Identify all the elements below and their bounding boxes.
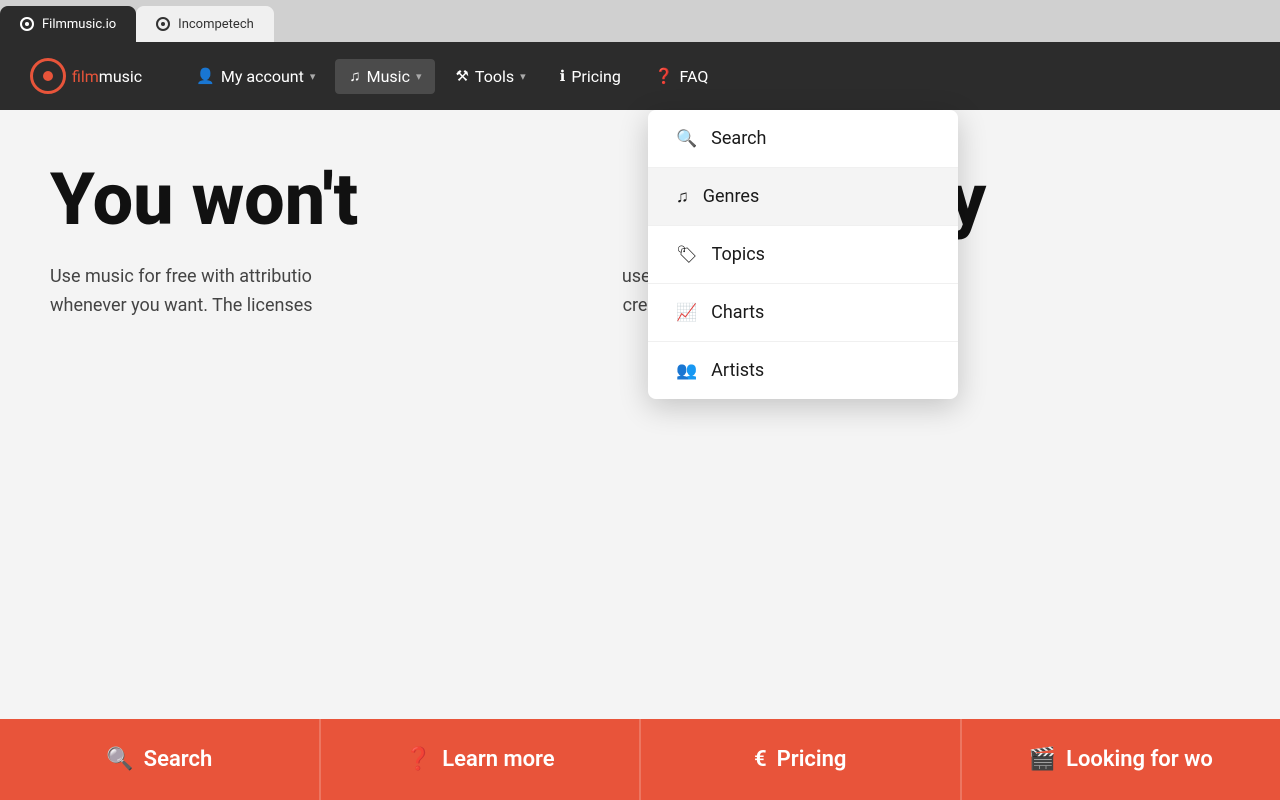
dropdown-label-artists: Artists (711, 360, 764, 381)
cta-looking-for-work-button[interactable]: 🎬 Looking for wo (962, 719, 1280, 800)
nav-label-tools: Tools (475, 67, 514, 86)
nav-item-faq[interactable]: ❓ FAQ (641, 59, 723, 94)
tab-icon-incompetech (156, 17, 170, 31)
dropdown-item-topics[interactable]: 🏷 Topics (648, 226, 958, 284)
cta-row: 🔍 Search ❓ Learn more € Pricing 🎬 Lookin… (0, 719, 1280, 800)
dropdown-item-search[interactable]: 🔍 Search (648, 110, 958, 168)
cta-search-icon: 🔍 (106, 747, 133, 772)
cta-learn-more-icon: ❓ (405, 747, 432, 772)
tab-filmmusic[interactable]: Filmmusic.io (0, 6, 136, 42)
cta-pricing-button[interactable]: € Pricing (641, 719, 962, 800)
main-content: You won't nis any Use music for free wit… (0, 110, 1280, 800)
dropdown-label-topics: Topics (712, 244, 765, 265)
music-dropdown: 🔍 Search ♫ Genres 🏷 Topics 📈 Charts 👥 Ar… (648, 110, 958, 399)
dropdown-label-genres: Genres (703, 186, 760, 207)
music-icon: ♫ (349, 67, 360, 85)
logo-music: music (99, 67, 142, 86)
nav-item-tools[interactable]: ⚒ Tools ▾ (441, 59, 539, 94)
hero-subtitle-left: Use music for free with attributio (50, 266, 312, 287)
tab-label-incompetech: Incompetech (178, 17, 254, 32)
cta-search-button[interactable]: 🔍 Search (0, 719, 321, 800)
tag-icon: 🏷 (676, 245, 698, 265)
logo-icon (30, 58, 66, 94)
tab-label-filmmusic: Filmmusic.io (42, 17, 116, 32)
question-icon: ❓ (655, 67, 674, 85)
logo-film: film (72, 67, 99, 86)
cta-search-label: Search (144, 747, 213, 772)
user-icon: 👤 (196, 67, 215, 85)
cta-pricing-icon: € (754, 747, 767, 772)
nav-item-pricing[interactable]: ℹ Pricing (546, 59, 635, 94)
navbar: filmmusic 👤 My account ▾ ♫ Music ▾ ⚒ Too… (0, 42, 1280, 110)
chevron-down-icon: ▾ (310, 70, 316, 83)
chevron-down-icon-tools: ▾ (520, 70, 526, 83)
dropdown-item-charts[interactable]: 📈 Charts (648, 284, 958, 342)
cta-pricing-label: Pricing (777, 747, 847, 772)
hero-subtitle-line2-left: whenever you want. The licenses (50, 295, 313, 316)
search-icon: 🔍 (676, 129, 697, 149)
hero-subtitle: Use music for free with attributiouse fo… (50, 263, 1150, 321)
tab-incompetech[interactable]: Incompetech (136, 6, 274, 42)
tab-icon-filmmusic (20, 17, 34, 31)
dropdown-label-charts: Charts (711, 302, 764, 323)
hero-title: You won't nis any (50, 160, 1230, 239)
artists-icon: 👥 (676, 361, 697, 381)
dropdown-item-genres[interactable]: ♫ Genres (648, 168, 958, 226)
tools-icon: ⚒ (455, 67, 468, 85)
cta-learn-more-label: Learn more (442, 747, 554, 772)
nav-label-pricing: Pricing (571, 67, 621, 86)
dropdown-label-search: Search (711, 128, 766, 149)
hero-section: You won't nis any Use music for free wit… (0, 110, 1280, 800)
nav-item-music[interactable]: ♫ Music ▾ (335, 59, 435, 94)
tab-bar: Filmmusic.io Incompetech (0, 0, 1280, 42)
cta-work-icon: 🎬 (1029, 747, 1056, 772)
charts-icon: 📈 (676, 303, 697, 323)
nav-item-my-account[interactable]: 👤 My account ▾ (182, 59, 329, 94)
genres-icon: ♫ (676, 187, 689, 207)
hero-title-left: You won't (50, 157, 466, 242)
cta-learn-more-button[interactable]: ❓ Learn more (321, 719, 642, 800)
logo-text: filmmusic (72, 67, 142, 86)
dropdown-item-artists[interactable]: 👥 Artists (648, 342, 958, 399)
nav-label-my-account: My account (221, 67, 304, 86)
nav-label-faq: FAQ (680, 67, 709, 86)
nav-items: 👤 My account ▾ ♫ Music ▾ ⚒ Tools ▾ ℹ Pri… (182, 59, 1250, 94)
cta-work-label: Looking for wo (1066, 747, 1213, 772)
chevron-down-icon-music: ▾ (416, 70, 422, 83)
info-icon: ℹ (560, 67, 566, 85)
logo[interactable]: filmmusic (30, 58, 142, 94)
nav-label-music: Music (367, 67, 410, 86)
